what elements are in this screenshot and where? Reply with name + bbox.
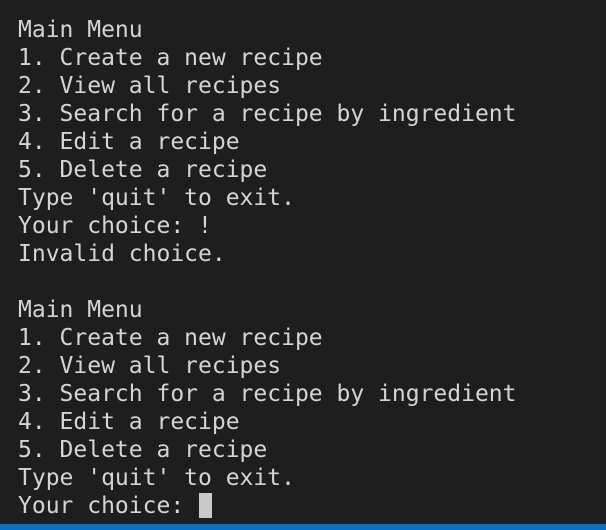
menu-option-edit: 4. Edit a recipe bbox=[18, 129, 240, 155]
menu-option-delete: 5. Delete a recipe bbox=[18, 437, 268, 463]
menu-option-search: 3. Search for a recipe by ingredient bbox=[18, 101, 517, 127]
quit-hint: Type 'quit' to exit. bbox=[18, 185, 295, 211]
menu-option-view: 2. View all recipes bbox=[18, 353, 282, 379]
input-line[interactable]: Your choice: bbox=[18, 492, 606, 520]
choice-prompt: Your choice: bbox=[18, 493, 199, 519]
menu-option-create: 1. Create a new recipe bbox=[18, 325, 323, 351]
error-message: Invalid choice. bbox=[18, 241, 226, 267]
quit-hint: Type 'quit' to exit. bbox=[18, 465, 295, 491]
menu-option-search: 3. Search for a recipe by ingredient bbox=[18, 381, 517, 407]
status-bar bbox=[0, 524, 606, 530]
menu-option-delete: 5. Delete a recipe bbox=[18, 157, 268, 183]
choice-prompt: Your choice: ! bbox=[18, 213, 212, 239]
menu-title: Main Menu bbox=[18, 297, 143, 323]
menu-option-edit: 4. Edit a recipe bbox=[18, 409, 240, 435]
menu-title: Main Menu bbox=[18, 17, 143, 43]
text-cursor bbox=[199, 493, 213, 518]
menu-option-view: 2. View all recipes bbox=[18, 73, 282, 99]
terminal-output[interactable]: Main Menu 1. Create a new recipe 2. View… bbox=[0, 0, 606, 524]
menu-option-create: 1. Create a new recipe bbox=[18, 45, 323, 71]
